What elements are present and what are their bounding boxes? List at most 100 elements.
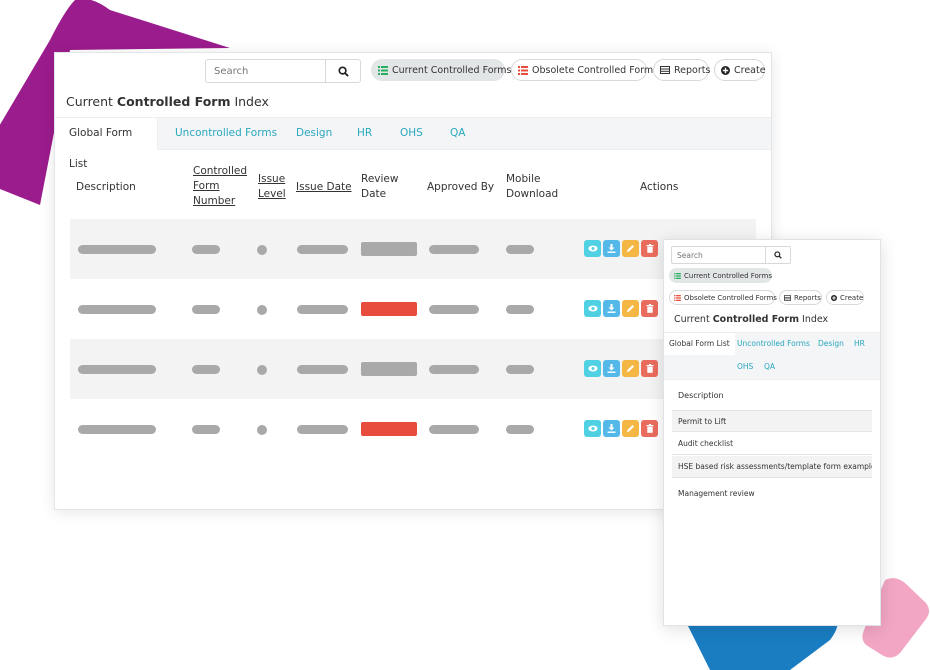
- table-icon: [660, 66, 670, 74]
- obsolete-controlled-forms-label: Obsolete Controlled Forms: [684, 293, 777, 302]
- eye-action-button[interactable]: [584, 300, 601, 317]
- issue-level-placeholder: [257, 245, 267, 255]
- list-icon: [674, 272, 681, 279]
- trash-action-button[interactable]: [641, 300, 658, 317]
- tab-hr[interactable]: HR: [849, 333, 870, 355]
- trash-action-button[interactable]: [641, 360, 658, 377]
- eye-action-button[interactable]: [584, 240, 601, 257]
- table-icon: [784, 294, 791, 301]
- download-action-button[interactable]: [603, 300, 620, 317]
- list-item[interactable]: Permit to Lift: [672, 410, 872, 432]
- pencil-icon: [626, 244, 635, 253]
- column-header-description: Description: [76, 181, 136, 193]
- description-placeholder: [78, 365, 156, 374]
- table-row[interactable]: [70, 219, 756, 279]
- approved-by-placeholder: [429, 305, 479, 314]
- pencil-icon: [626, 364, 635, 373]
- tab-qa[interactable]: QA: [436, 118, 479, 149]
- tab-design[interactable]: Design: [282, 118, 346, 149]
- eye-icon: [587, 425, 598, 432]
- current-controlled-forms-label: Current Controlled Forms: [684, 271, 773, 280]
- search-input[interactable]: [672, 247, 765, 263]
- issue-date-placeholder: [297, 305, 348, 314]
- pencil-action-button[interactable]: [622, 360, 639, 377]
- create-button[interactable]: Create: [826, 290, 864, 305]
- tabs-bar: Global Form List Uncontrolled Forms Desi…: [55, 117, 771, 170]
- table-row[interactable]: [70, 279, 756, 339]
- plus-circle-icon: [721, 65, 730, 75]
- list-item[interactable]: Audit checklist: [672, 433, 872, 455]
- column-header-mobile-download: Mobile Download: [506, 173, 559, 200]
- review-date-status: [361, 242, 417, 256]
- trash-action-button[interactable]: [641, 420, 658, 437]
- download-action-button[interactable]: [603, 240, 620, 257]
- search-input[interactable]: [206, 60, 325, 82]
- table-row[interactable]: [70, 399, 756, 459]
- obsolete-controlled-forms-button[interactable]: Obsolete Controlled Forms: [669, 290, 777, 305]
- eye-action-button[interactable]: [584, 420, 601, 437]
- list-icon: [674, 294, 681, 301]
- page-title: Current Controlled Form Index: [66, 94, 269, 109]
- issue-date-placeholder: [297, 425, 348, 434]
- create-label: Create: [734, 64, 766, 76]
- eye-icon: [587, 365, 598, 372]
- tab-uncontrolled-forms[interactable]: Uncontrolled Forms: [161, 118, 291, 149]
- tab-global-form-list[interactable]: Global Form List: [55, 118, 158, 170]
- list-item[interactable]: HSE based risk assessments/template form…: [672, 456, 872, 478]
- search-button[interactable]: [765, 247, 790, 263]
- pencil-icon: [626, 424, 635, 433]
- reports-label: Reports: [674, 64, 711, 76]
- search-button[interactable]: [325, 60, 360, 82]
- tab-ohs[interactable]: OHS: [732, 356, 758, 378]
- tab-ohs[interactable]: OHS: [386, 118, 437, 149]
- download-action-button[interactable]: [603, 420, 620, 437]
- pencil-action-button[interactable]: [622, 420, 639, 437]
- mobile-download-placeholder: [506, 365, 534, 374]
- search-icon: [774, 251, 782, 259]
- trash-action-button[interactable]: [641, 240, 658, 257]
- reports-button[interactable]: Reports: [653, 59, 711, 81]
- mobile-download-placeholder: [506, 425, 534, 434]
- tab-uncontrolled-forms[interactable]: Uncontrolled Forms: [732, 333, 815, 355]
- download-icon: [607, 304, 616, 313]
- trash-icon: [646, 364, 654, 373]
- plus-circle-icon: [831, 294, 837, 301]
- toolbar: Current Controlled Forms Obsolete Contro…: [55, 59, 771, 85]
- column-header-controlled-form-number[interactable]: Controlled Form Number: [193, 164, 247, 209]
- eye-action-button[interactable]: [584, 360, 601, 377]
- tab-global-form-list[interactable]: Global Form List: [664, 333, 735, 355]
- create-button[interactable]: Create: [714, 59, 766, 81]
- pencil-action-button[interactable]: [622, 300, 639, 317]
- form-number-placeholder: [192, 425, 220, 434]
- trash-icon: [646, 304, 654, 313]
- column-header-issue-date[interactable]: Issue Date: [296, 180, 352, 195]
- page-title: Current Controlled Form Index: [674, 314, 829, 325]
- description-placeholder: [78, 305, 156, 314]
- pencil-action-button[interactable]: [622, 240, 639, 257]
- description-placeholder: [78, 425, 156, 434]
- issue-level-placeholder: [257, 305, 267, 315]
- obsolete-controlled-forms-button[interactable]: Obsolete Controlled Forms: [511, 59, 658, 81]
- description-placeholder: [78, 245, 156, 254]
- issue-date-placeholder: [297, 245, 348, 254]
- tabs-bar: Global Form List Uncontrolled Forms Desi…: [664, 332, 880, 380]
- download-action-button[interactable]: [603, 360, 620, 377]
- tab-hr[interactable]: HR: [343, 118, 386, 149]
- tab-design[interactable]: Design: [813, 333, 849, 355]
- mobile-form-index-window: Current Controlled Forms Obsolete Contro…: [663, 239, 881, 626]
- tab-qa[interactable]: QA: [759, 356, 780, 378]
- form-number-placeholder: [192, 305, 220, 314]
- review-date-status: [361, 422, 417, 436]
- mobile-download-placeholder: [506, 305, 534, 314]
- create-label: Create: [840, 293, 864, 302]
- reports-button[interactable]: Reports: [779, 290, 822, 305]
- column-header-issue-level[interactable]: Issue Level: [258, 172, 286, 202]
- download-icon: [607, 424, 616, 433]
- list-item[interactable]: Management review: [672, 483, 872, 505]
- current-controlled-forms-label: Current Controlled Forms: [392, 64, 512, 76]
- table-row[interactable]: [70, 339, 756, 399]
- current-controlled-forms-button[interactable]: Current Controlled Forms: [371, 59, 511, 81]
- approved-by-placeholder: [429, 425, 479, 434]
- current-controlled-forms-button[interactable]: Current Controlled Forms: [669, 268, 772, 283]
- download-icon: [607, 364, 616, 373]
